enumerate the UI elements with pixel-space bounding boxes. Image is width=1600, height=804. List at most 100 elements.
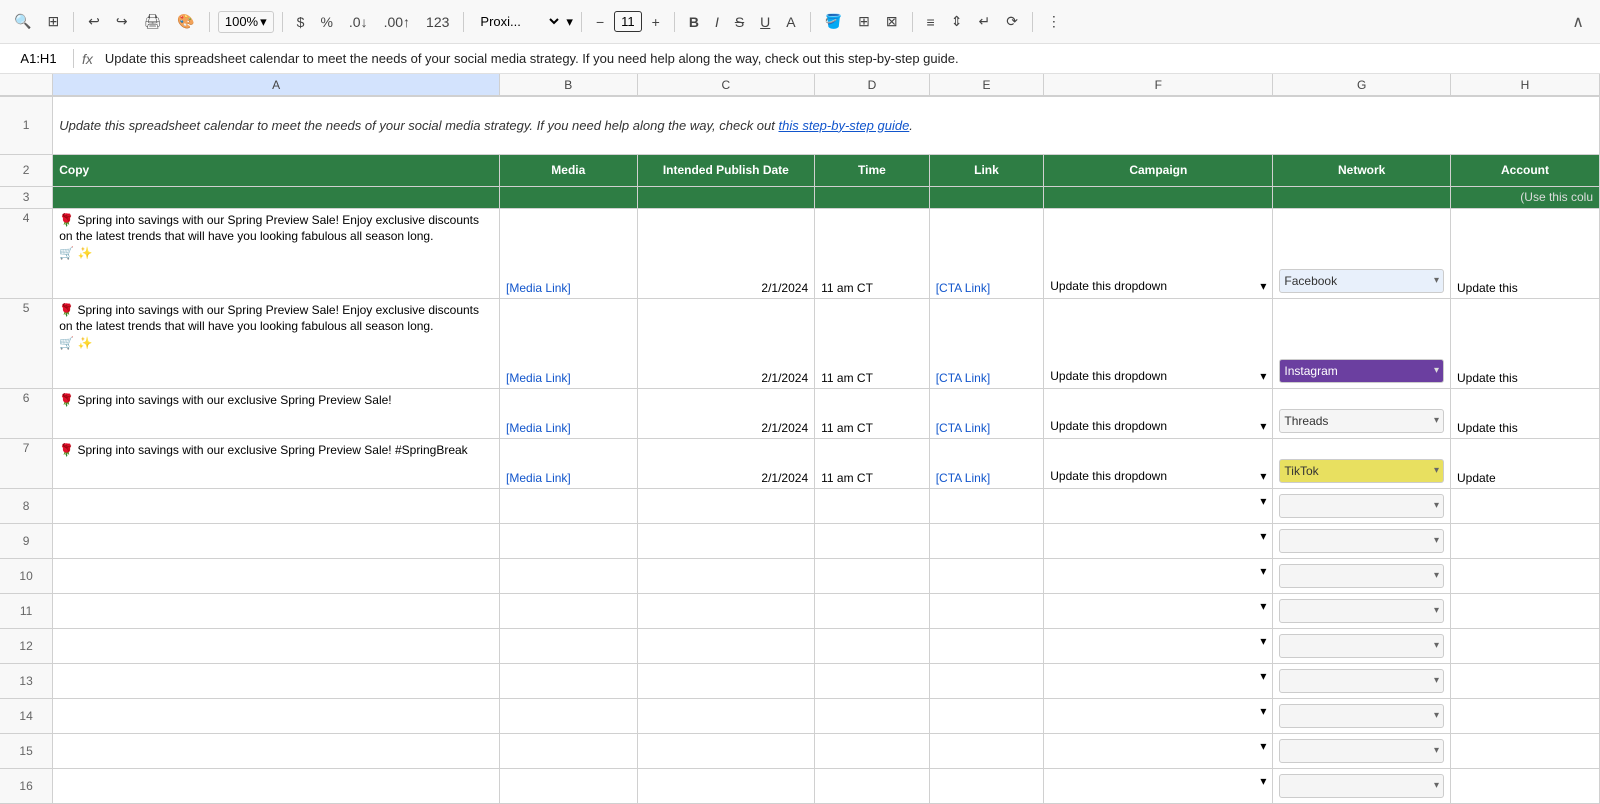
row13-f[interactable]: ▾	[1044, 663, 1273, 698]
col-header-h[interactable]: H	[1450, 74, 1599, 96]
row15-g[interactable]: ▾	[1273, 733, 1451, 768]
row14-network-dropdown[interactable]: ▾	[1279, 704, 1444, 728]
row4-account[interactable]: Update this	[1450, 208, 1599, 298]
row7-account[interactable]: Update	[1450, 438, 1599, 488]
row12-a[interactable]	[53, 628, 500, 663]
more-button[interactable]: ⋮	[1041, 9, 1067, 34]
row14-e[interactable]	[929, 698, 1044, 733]
rotate-button[interactable]: ⟳	[1000, 9, 1024, 34]
col-header-c[interactable]: C	[637, 74, 815, 96]
row11-e[interactable]	[929, 593, 1044, 628]
row11-c[interactable]	[637, 593, 815, 628]
font-size-decrease-button[interactable]: −	[590, 10, 610, 34]
row11-d[interactable]	[815, 593, 930, 628]
row11-f[interactable]: ▾	[1044, 593, 1273, 628]
row15-f[interactable]: ▾	[1044, 733, 1273, 768]
row15-d[interactable]	[815, 733, 930, 768]
row12-f[interactable]: ▾	[1044, 628, 1273, 663]
row5-campaign[interactable]: Update this dropdown ▾	[1044, 298, 1273, 388]
row13-c[interactable]	[637, 663, 815, 698]
row10-b[interactable]	[500, 558, 637, 593]
row4-copy[interactable]: 🌹 Spring into savings with our Spring Pr…	[53, 208, 500, 298]
valign-button[interactable]: ⇕	[945, 9, 969, 34]
row9-c[interactable]	[637, 523, 815, 558]
row9-h[interactable]	[1450, 523, 1599, 558]
row5-network-dropdown[interactable]: Instagram ▾	[1279, 359, 1444, 383]
row16-g[interactable]: ▾	[1273, 768, 1451, 803]
row9-e[interactable]	[929, 523, 1044, 558]
row5-campaign-dropdown[interactable]: Update this dropdown ▾	[1050, 367, 1266, 385]
print-button[interactable]: 🖨	[138, 9, 168, 34]
row14-f[interactable]: ▾	[1044, 698, 1273, 733]
wrap-button[interactable]: ↵	[972, 9, 996, 34]
row4-network-dropdown[interactable]: Facebook ▾	[1279, 269, 1444, 293]
font-family-select[interactable]: Proxi...	[472, 11, 562, 32]
row12-h[interactable]	[1450, 628, 1599, 663]
redo-button[interactable]: ↪	[110, 9, 134, 34]
row10-a[interactable]	[53, 558, 500, 593]
row13-d[interactable]	[815, 663, 930, 698]
row15-c[interactable]	[637, 733, 815, 768]
row16-c[interactable]	[637, 768, 815, 803]
row7-time[interactable]: 11 am CT	[815, 438, 930, 488]
row11-a[interactable]	[53, 593, 500, 628]
row13-h[interactable]	[1450, 663, 1599, 698]
row12-d[interactable]	[815, 628, 930, 663]
row5-time[interactable]: 11 am CT	[815, 298, 930, 388]
row12-network-dropdown[interactable]: ▾	[1279, 634, 1444, 658]
row13-a[interactable]	[53, 663, 500, 698]
row5-account[interactable]: Update this	[1450, 298, 1599, 388]
row5-link[interactable]: [CTA Link]	[929, 298, 1044, 388]
row9-g[interactable]: ▾	[1273, 523, 1451, 558]
row4-network[interactable]: Facebook ▾	[1273, 208, 1451, 298]
row14-a[interactable]	[53, 698, 500, 733]
row7-network[interactable]: TikTok ▾	[1273, 438, 1451, 488]
grid-view-button[interactable]: ⊞	[41, 9, 65, 34]
row5-media[interactable]: [Media Link]	[500, 298, 637, 388]
zoom-control[interactable]: 100% ▾	[218, 11, 274, 33]
row7-copy[interactable]: 🌹 Spring into savings with our exclusive…	[53, 438, 500, 488]
row7-campaign-dropdown[interactable]: Update this dropdown ▾	[1050, 467, 1266, 485]
row8-c[interactable]	[637, 488, 815, 523]
row16-a[interactable]	[53, 768, 500, 803]
row10-d[interactable]	[815, 558, 930, 593]
row6-campaign[interactable]: Update this dropdown ▾	[1044, 388, 1273, 438]
row8-d[interactable]	[815, 488, 930, 523]
row16-e[interactable]	[929, 768, 1044, 803]
text-color-button[interactable]: A	[780, 10, 801, 34]
row4-time[interactable]: 11 am CT	[815, 208, 930, 298]
row14-g[interactable]: ▾	[1273, 698, 1451, 733]
row4-media[interactable]: [Media Link]	[500, 208, 637, 298]
row4-campaign[interactable]: Update this dropdown ▾	[1044, 208, 1273, 298]
row7-network-dropdown[interactable]: TikTok ▾	[1279, 459, 1444, 483]
underline-button[interactable]: U	[754, 10, 776, 34]
row14-b[interactable]	[500, 698, 637, 733]
decimal-increase-button[interactable]: .00↑	[378, 10, 416, 34]
row14-d[interactable]	[815, 698, 930, 733]
align-button[interactable]: ≡	[921, 10, 941, 34]
undo-button[interactable]: ↩	[82, 9, 106, 34]
row5-network[interactable]: Instagram ▾	[1273, 298, 1451, 388]
row12-campaign-dropdown[interactable]: ▾	[1050, 632, 1266, 650]
row15-campaign-dropdown[interactable]: ▾	[1050, 737, 1266, 755]
row8-g[interactable]: ▾	[1273, 488, 1451, 523]
row16-network-dropdown[interactable]: ▾	[1279, 774, 1444, 798]
row6-campaign-dropdown[interactable]: Update this dropdown ▾	[1050, 417, 1266, 435]
row6-time[interactable]: 11 am CT	[815, 388, 930, 438]
font-size-control[interactable]: 11	[614, 11, 642, 32]
row4-date[interactable]: 2/1/2024	[637, 208, 815, 298]
row11-network-dropdown[interactable]: ▾	[1279, 599, 1444, 623]
col-header-f[interactable]: F	[1044, 74, 1273, 96]
search-button[interactable]: 🔍	[8, 9, 37, 34]
row13-b[interactable]	[500, 663, 637, 698]
paint-format-button[interactable]: 🎨	[171, 9, 200, 34]
row5-copy[interactable]: 🌹 Spring into savings with our Spring Pr…	[53, 298, 500, 388]
row5-date[interactable]: 2/1/2024	[637, 298, 815, 388]
row6-date[interactable]: 2/1/2024	[637, 388, 815, 438]
currency-button[interactable]: $	[291, 10, 311, 34]
row10-e[interactable]	[929, 558, 1044, 593]
row15-h[interactable]	[1450, 733, 1599, 768]
col-header-g[interactable]: G	[1273, 74, 1451, 96]
row6-account[interactable]: Update this	[1450, 388, 1599, 438]
merge-button[interactable]: ⊠	[880, 9, 904, 34]
